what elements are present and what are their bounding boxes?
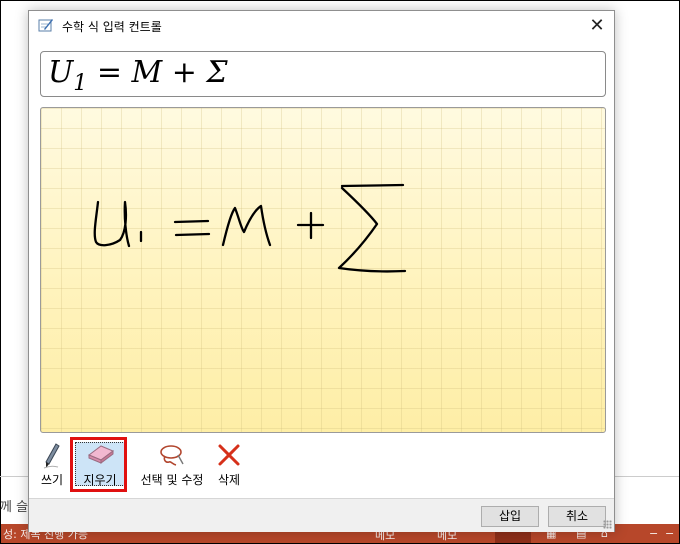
insert-button[interactable]: 삽입	[481, 506, 539, 527]
lasso-icon	[160, 445, 184, 466]
resize-grip[interactable]	[603, 520, 612, 529]
ink-stroke	[340, 183, 405, 188]
ink-stroke	[93, 200, 131, 248]
dialog-title: 수학 식 입력 컨트롤	[62, 20, 162, 34]
cancel-button[interactable]: 취소	[548, 506, 606, 527]
background-document-text: 께 슬	[0, 500, 29, 515]
background-divider	[0, 476, 30, 477]
eraser-icon	[88, 445, 114, 464]
write-tool-label: 쓰기	[40, 473, 64, 487]
select-correct-tool-label: 선택 및 수정	[140, 473, 204, 487]
background-divider	[613, 476, 679, 477]
formula-preview: U1 = M + Σ	[40, 51, 606, 97]
math-input-app-icon	[38, 19, 53, 32]
recognized-formula: U1 = M + Σ	[48, 55, 228, 96]
ink-stroke	[337, 186, 407, 273]
delete-tool-label: 삭제	[217, 473, 241, 487]
ink-stroke	[173, 219, 210, 224]
close-button[interactable]: ✕	[585, 15, 609, 37]
formula-lhs: U	[48, 55, 74, 90]
delete-tool-button[interactable]: 삭제	[212, 438, 246, 490]
pen-icon	[43, 443, 60, 469]
dialog-footer: 삽입 취소	[29, 498, 614, 532]
close-icon: ✕	[589, 15, 605, 36]
ink-stroke	[174, 232, 211, 237]
delete-x-icon	[218, 444, 240, 466]
ink-stroke	[221, 204, 272, 247]
formula-subscript: 1	[73, 71, 88, 96]
pen-toolbar: 쓰기 지우기 선택 및 수정 삭제	[37, 437, 337, 492]
handwriting-pad[interactable]	[40, 107, 606, 433]
select-correct-tool-button[interactable]: 선택 및 수정	[132, 438, 212, 490]
zoom-out-icon[interactable]: −	[649, 527, 658, 540]
title-bar: 수학 식 입력 컨트롤 ✕	[29, 11, 614, 41]
math-input-dialog: 수학 식 입력 컨트롤 ✕ U1 = M + Σ 쓰기 지우기 선택 및 수정 …	[28, 10, 615, 532]
formula-rhs: = M + Σ	[87, 55, 228, 90]
erase-tool-button[interactable]: 지우기	[70, 437, 129, 492]
erase-tool-label: 지우기	[83, 473, 117, 487]
write-tool-button[interactable]: 쓰기	[37, 438, 67, 490]
zoom-slider[interactable]: −	[665, 527, 674, 540]
handwriting-ink	[93, 183, 407, 273]
